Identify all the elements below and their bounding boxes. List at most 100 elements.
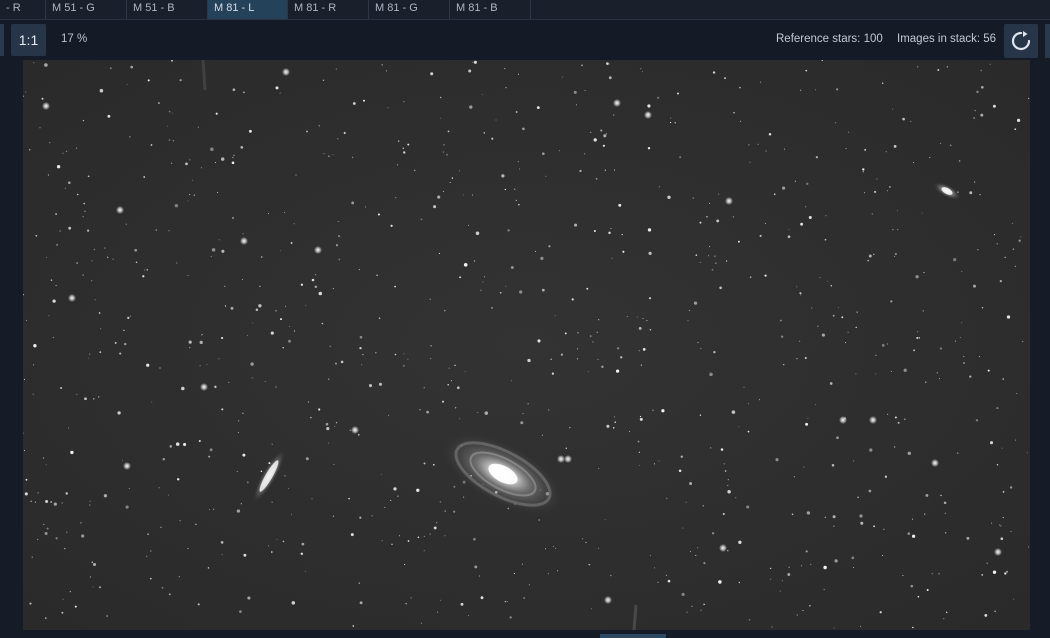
star <box>841 316 844 319</box>
star <box>200 167 202 169</box>
stacked-image[interactable] <box>23 60 1030 630</box>
star <box>89 353 91 355</box>
star <box>430 358 432 360</box>
star <box>398 535 400 537</box>
star <box>87 175 90 178</box>
star <box>1027 97 1030 100</box>
star <box>642 71 643 73</box>
star <box>99 351 102 353</box>
tab-m81-b[interactable]: M 81 - B <box>450 0 531 19</box>
star <box>236 509 241 513</box>
star <box>1002 491 1005 493</box>
star <box>59 230 61 232</box>
star <box>439 501 442 503</box>
star <box>727 550 729 552</box>
star <box>352 102 356 105</box>
star <box>327 155 330 158</box>
star <box>60 387 63 389</box>
star <box>647 228 652 232</box>
tab-m81-g[interactable]: M 81 - G <box>369 0 450 19</box>
star <box>284 211 285 213</box>
star <box>279 250 282 252</box>
star <box>423 535 425 537</box>
star <box>688 310 690 312</box>
star <box>759 234 762 237</box>
star <box>55 537 58 540</box>
star <box>483 132 486 134</box>
star <box>833 627 835 629</box>
star <box>1012 248 1015 250</box>
star <box>979 194 981 196</box>
star <box>35 234 38 237</box>
partial-toolbar-button-left[interactable] <box>0 24 4 56</box>
star <box>670 117 672 119</box>
star <box>187 200 189 202</box>
partial-toolbar-button-right[interactable] <box>1045 24 1050 58</box>
star <box>738 540 742 544</box>
tab-m81-r[interactable]: M 81 - R <box>288 0 369 19</box>
horizontal-scroll-thumb[interactable] <box>600 634 666 638</box>
star <box>545 175 547 177</box>
star <box>53 502 57 506</box>
star <box>703 603 705 606</box>
star <box>436 522 438 524</box>
star <box>364 206 367 208</box>
star <box>170 162 173 164</box>
star <box>864 148 867 151</box>
star <box>243 553 247 557</box>
star <box>608 63 610 65</box>
star <box>388 414 390 416</box>
star <box>199 340 203 345</box>
star <box>333 463 335 465</box>
star <box>793 476 795 478</box>
tab-m81-l[interactable]: M 81 - L <box>208 0 288 19</box>
star <box>443 191 445 192</box>
star <box>805 206 807 208</box>
star <box>695 254 698 256</box>
star <box>699 261 701 263</box>
star <box>350 533 354 537</box>
star <box>151 401 153 403</box>
star <box>220 157 225 161</box>
bright-star <box>42 102 50 110</box>
star <box>551 372 554 375</box>
star <box>871 213 873 215</box>
star <box>332 154 334 156</box>
star <box>280 318 282 321</box>
star <box>258 304 262 308</box>
tab-m51-b[interactable]: M 51 - B <box>127 0 208 19</box>
refresh-button[interactable] <box>1004 24 1038 58</box>
star <box>168 139 171 141</box>
star <box>201 334 202 336</box>
star <box>398 140 400 142</box>
tab-partial-r[interactable]: - R <box>0 0 46 19</box>
star <box>380 473 382 475</box>
star <box>359 516 362 519</box>
star <box>810 563 812 565</box>
star <box>727 489 731 494</box>
star <box>447 383 449 386</box>
star <box>335 362 337 365</box>
image-viewport[interactable] <box>0 60 1050 638</box>
zoom-1-to-1-button[interactable]: 1:1 <box>11 24 46 56</box>
star <box>869 448 873 452</box>
star <box>548 409 550 411</box>
star <box>171 112 173 114</box>
star <box>799 340 801 342</box>
star <box>394 285 396 288</box>
star <box>390 499 392 501</box>
star <box>123 342 127 346</box>
star <box>779 590 781 592</box>
star <box>414 169 416 172</box>
star <box>969 191 973 195</box>
star <box>711 268 714 271</box>
star <box>236 471 238 473</box>
star <box>338 258 341 261</box>
star <box>882 555 884 557</box>
star <box>62 152 64 154</box>
tab-m51-g[interactable]: M 51 - G <box>46 0 127 19</box>
star <box>826 280 828 282</box>
star <box>907 532 911 535</box>
star <box>912 518 914 520</box>
star <box>955 340 957 342</box>
